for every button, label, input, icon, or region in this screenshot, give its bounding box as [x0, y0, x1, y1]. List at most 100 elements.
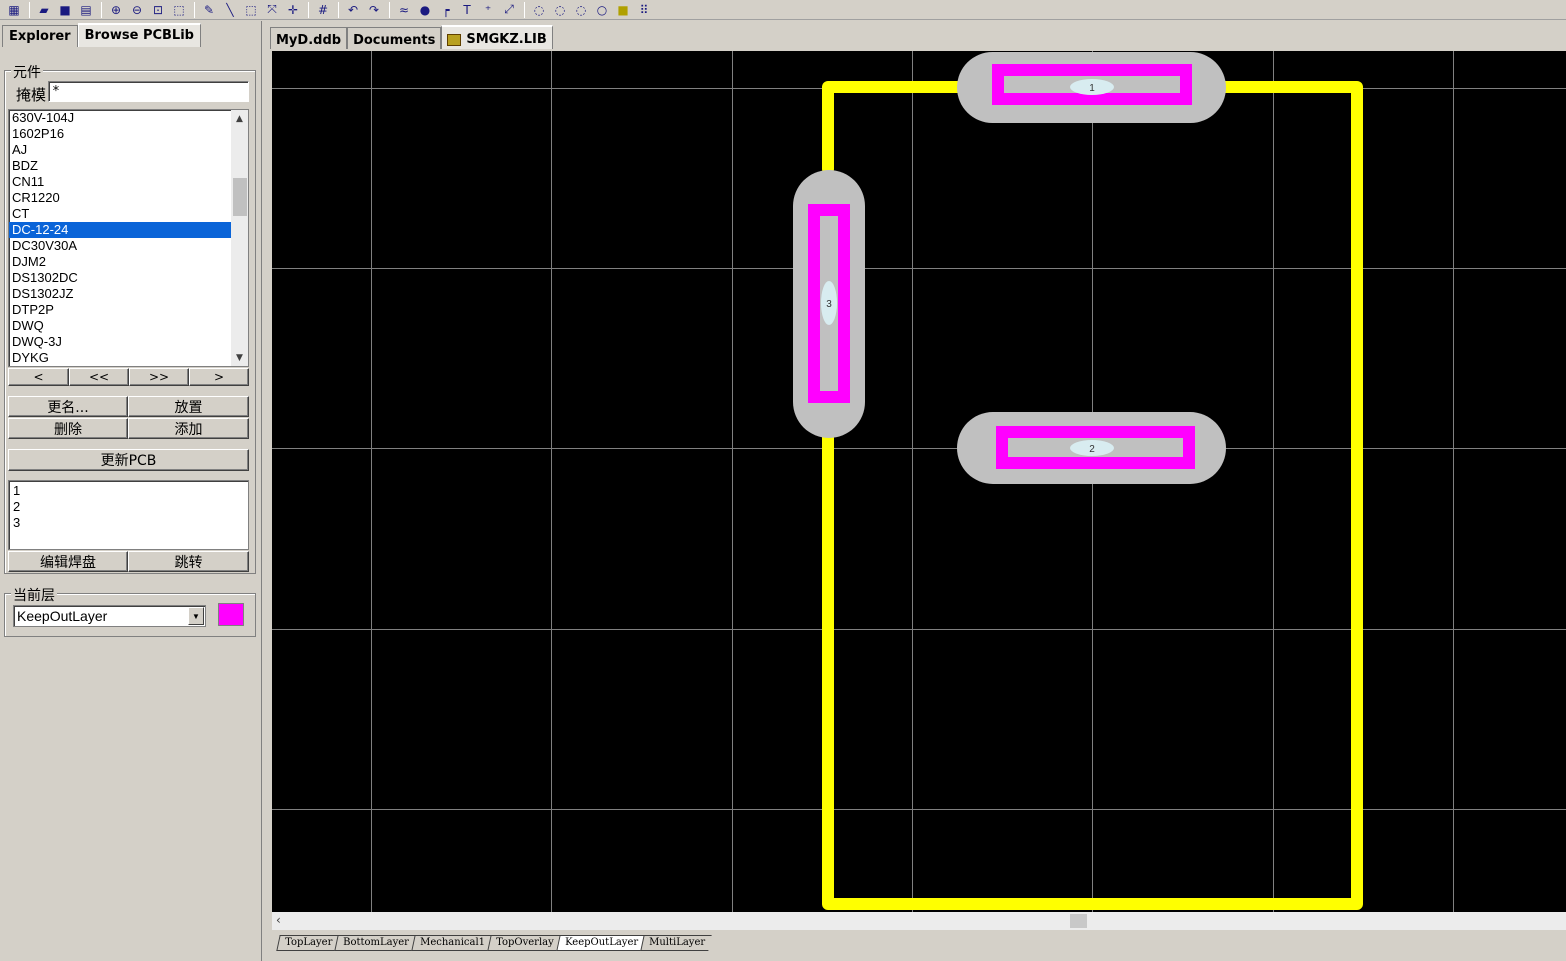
list-item[interactable]: DYKG	[9, 350, 231, 366]
layer-tab-multilayer[interactable]: MultiLayer	[640, 935, 712, 951]
toolbar-separator	[308, 1, 309, 18]
zoom-in-icon[interactable]: ⊕	[106, 1, 126, 19]
list-item[interactable]: AJ	[9, 142, 231, 158]
undo-icon[interactable]: ↶	[343, 1, 363, 19]
layer-tab-toplayer[interactable]: TopLayer	[276, 935, 339, 951]
canvas-background	[272, 51, 1566, 912]
nav-prev-button[interactable]: <	[8, 368, 69, 386]
tab-explorer[interactable]: Explorer	[2, 25, 78, 47]
list-item-selected[interactable]: DC-12-24	[9, 222, 231, 238]
layer-tab-topoverlay[interactable]: TopOverlay	[487, 935, 561, 951]
save-icon[interactable]: ■	[55, 1, 75, 19]
list-item[interactable]: DS1302JZ	[9, 286, 231, 302]
list-item[interactable]: 3	[13, 515, 244, 531]
deselect-icon[interactable]: ⤧	[262, 1, 282, 19]
pcb-svg[interactable]: 1 2 3	[272, 51, 1566, 912]
current-layer-select[interactable]: KeepOutLayer ▼	[13, 605, 206, 627]
zoom-fit-icon[interactable]: ⊡	[148, 1, 168, 19]
tab-smgkz-lib[interactable]: SMGKZ.LIB	[441, 25, 553, 49]
zoom-area-icon[interactable]: ⬚	[169, 1, 189, 19]
pad-icon[interactable]: ●	[415, 1, 435, 19]
browse-panel: Explorer Browse PCBLib 元件 掩模 * 630V-104J…	[0, 21, 262, 961]
array-icon[interactable]: ⠿	[634, 1, 654, 19]
list-item[interactable]: CT	[9, 206, 231, 222]
update-pcb-button[interactable]: 更新PCB	[8, 449, 249, 471]
list-nav-buttons: < << >> >	[8, 368, 249, 386]
add-button[interactable]: 添加	[128, 418, 249, 439]
toolbar-separator	[101, 1, 102, 18]
string-icon[interactable]: T	[457, 1, 477, 19]
scroll-left-icon[interactable]: ‹	[276, 913, 281, 927]
arc-center-icon[interactable]: ◌	[529, 1, 549, 19]
line-icon[interactable]: ╲	[220, 1, 240, 19]
list-scroll-thumb[interactable]	[233, 178, 247, 216]
layer-group-title: 当前层	[11, 585, 57, 605]
mask-label: 掩模	[16, 86, 47, 104]
coordinate-icon[interactable]: ⁺	[478, 1, 498, 19]
mask-input[interactable]: *	[48, 81, 249, 102]
pcb-canvas[interactable]: 1 2 3	[272, 51, 1566, 912]
tab-myd-ddb[interactable]: MyD.ddb	[270, 27, 348, 49]
track-icon[interactable]: ≈	[394, 1, 414, 19]
toolbar-separator	[29, 1, 30, 18]
scroll-down-icon[interactable]: ▼	[231, 349, 248, 366]
tab-label: MyD.ddb	[276, 32, 342, 48]
move-icon[interactable]: ✛	[283, 1, 303, 19]
place-button[interactable]: 放置	[128, 396, 249, 417]
select-icon[interactable]: ⬚	[241, 1, 261, 19]
list-item[interactable]: BDZ	[9, 158, 231, 174]
pad-1[interactable]: 1	[957, 52, 1226, 123]
pad-3[interactable]: 3	[793, 170, 865, 438]
tab-documents[interactable]: Documents	[347, 27, 442, 49]
app-window: ▦ ▰ ■ ▤ ⊕ ⊖ ⊡ ⬚ ✎ ╲ ⬚ ⤧ ✛ # ↶ ↷ ≈ ● ┍ T …	[0, 0, 1566, 961]
edit-pad-button[interactable]: 编辑焊盘	[8, 551, 128, 572]
project-icon[interactable]: ▦	[4, 1, 24, 19]
dimension-icon[interactable]: ⤢	[499, 1, 519, 19]
via-icon[interactable]: ┍	[436, 1, 456, 19]
tab-browse-pcblib[interactable]: Browse PCBLib	[77, 23, 201, 47]
list-item[interactable]: 630V-104J	[9, 110, 231, 126]
toolbar-separator	[524, 1, 525, 18]
list-item[interactable]: CN11	[9, 174, 231, 190]
list-item[interactable]: DWQ-3J	[9, 334, 231, 350]
layer-tab-label: Mechanical1	[420, 937, 486, 948]
scroll-up-icon[interactable]: ▲	[231, 110, 248, 127]
open-icon[interactable]: ▰	[34, 1, 54, 19]
list-item[interactable]: 1	[13, 483, 244, 499]
layer-tab-bottomlayer[interactable]: BottomLayer	[334, 935, 416, 951]
list-item[interactable]: CR1220	[9, 190, 231, 206]
layer-tab-mechanical1[interactable]: Mechanical1	[411, 935, 492, 951]
print-icon[interactable]: ▤	[76, 1, 96, 19]
pad-1-number: 1	[1089, 83, 1095, 94]
nav-last-button[interactable]: >>	[129, 368, 189, 386]
wire-icon[interactable]: ✎	[199, 1, 219, 19]
list-item[interactable]: 1602P16	[9, 126, 231, 142]
grid-icon[interactable]: #	[313, 1, 333, 19]
list-item[interactable]: DC30V30A	[9, 238, 231, 254]
layer-tab-keepoutlayer[interactable]: KeepOutLayer	[556, 935, 645, 951]
list-item[interactable]: DJM2	[9, 254, 231, 270]
arc-edge-icon[interactable]: ◌	[550, 1, 570, 19]
pad-2[interactable]: 2	[957, 412, 1226, 484]
redo-icon[interactable]: ↷	[364, 1, 384, 19]
fill-icon[interactable]: ■	[613, 1, 633, 19]
list-item[interactable]: DWQ	[9, 318, 231, 334]
rename-button[interactable]: 更名...	[8, 396, 128, 417]
jump-button[interactable]: 跳转	[128, 551, 249, 572]
list-item[interactable]: DS1302DC	[9, 270, 231, 286]
arc-any-icon[interactable]: ◌	[571, 1, 591, 19]
tab-label: SMGKZ.LIB	[466, 32, 547, 47]
horizontal-scroll-thumb[interactable]	[1070, 914, 1087, 928]
nav-next-button[interactable]: >	[189, 368, 249, 386]
circle-icon[interactable]: ○	[592, 1, 612, 19]
chevron-down-icon[interactable]: ▼	[188, 607, 204, 625]
horizontal-scrollbar[interactable]: ‹	[272, 912, 1566, 930]
pad-list[interactable]: 1 2 3	[8, 480, 249, 550]
list-item[interactable]: 2	[13, 499, 244, 515]
nav-first-button[interactable]: <<	[69, 368, 129, 386]
delete-button[interactable]: 删除	[8, 418, 128, 439]
list-item[interactable]: DTP2P	[9, 302, 231, 318]
list-scrollbar[interactable]: ▲ ▼	[231, 110, 248, 366]
zoom-out-icon[interactable]: ⊖	[127, 1, 147, 19]
component-list[interactable]: 630V-104J 1602P16 AJ BDZ CN11 CR1220 CT …	[8, 109, 249, 367]
